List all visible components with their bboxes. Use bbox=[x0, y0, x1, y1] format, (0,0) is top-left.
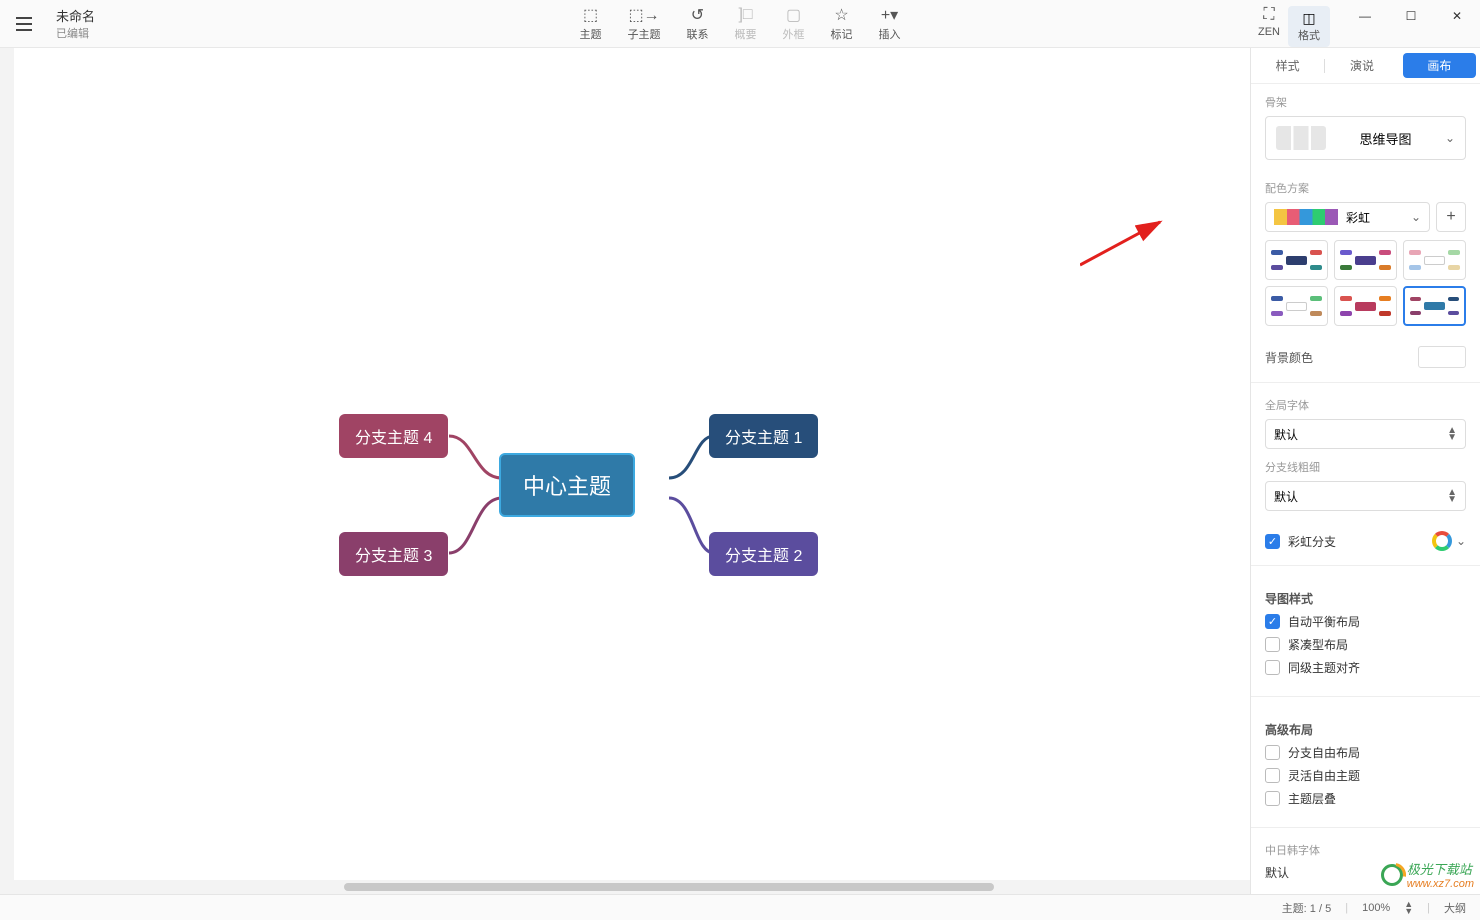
zoom-level[interactable]: 100% bbox=[1362, 902, 1390, 914]
outline-button[interactable]: 大纲 bbox=[1444, 900, 1466, 916]
topic-icon: ⬚ bbox=[583, 6, 598, 24]
compact-checkbox[interactable] bbox=[1265, 637, 1280, 652]
map-style-title: 导图样式 bbox=[1265, 590, 1466, 607]
theme-preset-1[interactable] bbox=[1265, 240, 1328, 280]
topic-button[interactable]: ⬚主题 bbox=[568, 2, 614, 46]
center-topic[interactable]: 中心主题 bbox=[499, 453, 635, 517]
rainbow-branch-checkbox[interactable]: ✓ bbox=[1265, 534, 1280, 549]
format-sidebar: 样式 演说 画布 骨架 思维导图 ⌄ 配色方案 彩虹 ⌄ + bbox=[1250, 48, 1480, 894]
marker-button[interactable]: ☆标记 bbox=[819, 2, 865, 46]
document-title: 未命名 bbox=[56, 6, 95, 25]
free-branch-checkbox[interactable] bbox=[1265, 745, 1280, 760]
zoom-stepper[interactable]: ▲▼ bbox=[1404, 901, 1413, 915]
add-color-button[interactable]: + bbox=[1436, 202, 1466, 232]
theme-preset-6[interactable] bbox=[1403, 286, 1466, 326]
global-font-select[interactable]: 默认▲▼ bbox=[1265, 419, 1466, 449]
bg-color-label: 背景颜色 bbox=[1265, 349, 1313, 366]
horizontal-scrollbar[interactable] bbox=[14, 880, 1250, 894]
theme-preset-4[interactable] bbox=[1265, 286, 1328, 326]
chevron-down-icon: ⌄ bbox=[1411, 210, 1421, 224]
stepper-icon: ▲▼ bbox=[1447, 427, 1457, 441]
tab-pitch[interactable]: 演说 bbox=[1325, 57, 1398, 74]
bg-color-swatch[interactable] bbox=[1418, 346, 1466, 368]
cjk-font-label: 中日韩字体 bbox=[1265, 842, 1466, 858]
rainbow-ring-icon[interactable] bbox=[1432, 531, 1452, 551]
relation-icon: ↺ bbox=[691, 6, 704, 24]
skeleton-label: 骨架 bbox=[1265, 94, 1466, 110]
global-font-label: 全局字体 bbox=[1265, 397, 1466, 413]
align-same-checkbox[interactable] bbox=[1265, 660, 1280, 675]
free-topic-checkbox[interactable] bbox=[1265, 768, 1280, 783]
branch-width-label: 分支线粗细 bbox=[1265, 459, 1466, 475]
boundary-icon: ▢ bbox=[786, 6, 801, 24]
chevron-down-icon[interactable]: ⌄ bbox=[1456, 534, 1466, 548]
stepper-icon: ▲▼ bbox=[1447, 489, 1457, 503]
tab-style[interactable]: 样式 bbox=[1251, 57, 1324, 74]
theme-preset-3[interactable] bbox=[1403, 240, 1466, 280]
document-status: 已编辑 bbox=[56, 25, 95, 41]
globe-icon bbox=[1381, 864, 1403, 886]
format-icon: ◫ bbox=[1302, 10, 1315, 27]
zen-icon: ⛶ bbox=[1263, 6, 1274, 24]
rainbow-branch-label: 彩虹分支 bbox=[1288, 533, 1336, 550]
skeleton-icon bbox=[1276, 126, 1326, 150]
canvas[interactable]: 中心主题 分支主题 1 分支主题 2 分支主题 3 分支主题 4 bbox=[14, 48, 1250, 894]
branch-width-select[interactable]: 默认▲▼ bbox=[1265, 481, 1466, 511]
tab-canvas[interactable]: 画布 bbox=[1403, 53, 1476, 78]
topic-count: 主题: 1 / 5 bbox=[1282, 900, 1332, 916]
summary-button: ]□概要 bbox=[723, 2, 769, 46]
branch-topic-4[interactable]: 分支主题 4 bbox=[339, 414, 448, 458]
menu-button[interactable] bbox=[0, 0, 48, 48]
auto-balance-checkbox[interactable]: ✓ bbox=[1265, 614, 1280, 629]
close-button[interactable]: ✕ bbox=[1434, 0, 1480, 32]
subtopic-icon: ⬚→ bbox=[628, 6, 659, 24]
watermark: 极光下载站 www.xz7.com bbox=[1381, 859, 1474, 890]
overlap-checkbox[interactable] bbox=[1265, 791, 1280, 806]
subtopic-button[interactable]: ⬚→子主题 bbox=[616, 2, 673, 46]
color-scheme-label: 配色方案 bbox=[1265, 180, 1466, 196]
branch-topic-3[interactable]: 分支主题 3 bbox=[339, 532, 448, 576]
maximize-button[interactable]: ☐ bbox=[1388, 0, 1434, 32]
relation-button[interactable]: ↺联系 bbox=[675, 2, 721, 46]
zen-button[interactable]: ⛶ZEN bbox=[1246, 2, 1292, 46]
rainbow-swatch bbox=[1274, 209, 1338, 225]
theme-preset-5[interactable] bbox=[1334, 286, 1397, 326]
summary-icon: ]□ bbox=[738, 6, 752, 24]
branch-topic-1[interactable]: 分支主题 1 bbox=[709, 414, 818, 458]
color-scheme-select[interactable]: 彩虹 ⌄ bbox=[1265, 202, 1430, 232]
advanced-title: 高级布局 bbox=[1265, 721, 1466, 738]
branch-topic-2[interactable]: 分支主题 2 bbox=[709, 532, 818, 576]
minimize-button[interactable]: — bbox=[1342, 0, 1388, 32]
plus-icon: +▾ bbox=[881, 6, 898, 24]
vertical-scrollbar[interactable] bbox=[0, 48, 14, 894]
format-button[interactable]: ◫ 格式 bbox=[1288, 6, 1330, 47]
star-icon: ☆ bbox=[834, 6, 848, 24]
theme-preset-2[interactable] bbox=[1334, 240, 1397, 280]
skeleton-select[interactable]: 思维导图 ⌄ bbox=[1265, 116, 1466, 160]
statusbar: 主题: 1 / 5 | 100% ▲▼ | 大纲 bbox=[0, 894, 1480, 920]
boundary-button: ▢外框 bbox=[771, 2, 817, 46]
insert-button[interactable]: +▾插入 bbox=[867, 2, 913, 46]
chevron-down-icon: ⌄ bbox=[1445, 131, 1455, 145]
